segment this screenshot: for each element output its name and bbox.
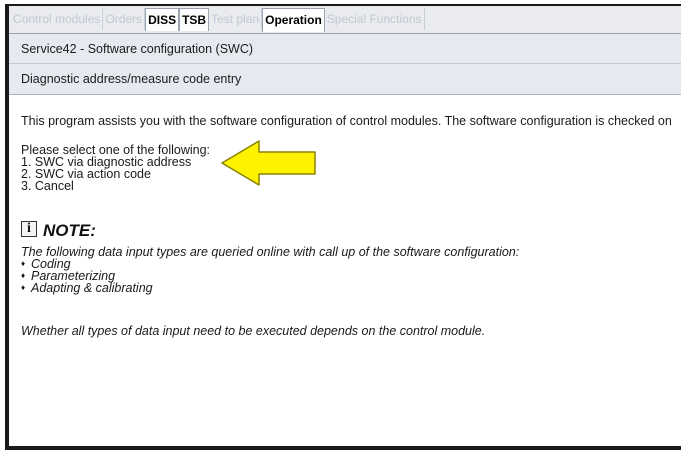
bullet-text: Adapting & calibrating xyxy=(31,281,153,295)
header-divider xyxy=(9,63,681,64)
tab-operation[interactable]: Operation xyxy=(262,8,325,32)
bullet-icon: ♦ xyxy=(21,271,26,280)
tab-bar: Control modules Orders DISS TSB Test pla… xyxy=(9,6,681,34)
tab-diss[interactable]: DISS xyxy=(145,8,180,31)
option-cancel[interactable]: 3. Cancel xyxy=(21,180,210,193)
content-area: This program assists you with the softwa… xyxy=(9,98,681,446)
bullet-icon: ♦ xyxy=(21,259,26,268)
page-title: Service42 - Software configuration (SWC) xyxy=(21,42,254,56)
note-text: The following data input types are queri… xyxy=(21,245,520,259)
application-window: Control modules Orders DISS TSB Test pla… xyxy=(5,4,681,450)
tab-tsb[interactable]: TSB xyxy=(179,8,210,31)
tab-orders: Orders xyxy=(103,8,146,30)
intro-text: This program assists you with the softwa… xyxy=(21,114,672,128)
tab-control-modules: Control modules xyxy=(11,8,104,30)
page-subtitle: Diagnostic address/measure code entry xyxy=(21,72,242,86)
tab-test-plan: Test plan xyxy=(209,8,263,30)
page-header: Service42 - Software configuration (SWC)… xyxy=(9,34,681,95)
tab-special-functions: Special Functions xyxy=(325,8,425,30)
note-footer: Whether all types of data input need to … xyxy=(21,324,486,338)
note-bullet-item: ♦ Adapting & calibrating xyxy=(21,281,519,295)
info-icon: i xyxy=(21,221,37,237)
yellow-arrow-icon xyxy=(221,140,316,186)
bullet-icon: ♦ xyxy=(21,283,26,292)
selection-prompt: Please select one of the following: 1. S… xyxy=(21,144,210,193)
note-body: The following data input types are queri… xyxy=(21,245,520,295)
tabs: Control modules Orders DISS TSB Test pla… xyxy=(11,8,425,33)
note-title: NOTE: xyxy=(43,221,96,240)
